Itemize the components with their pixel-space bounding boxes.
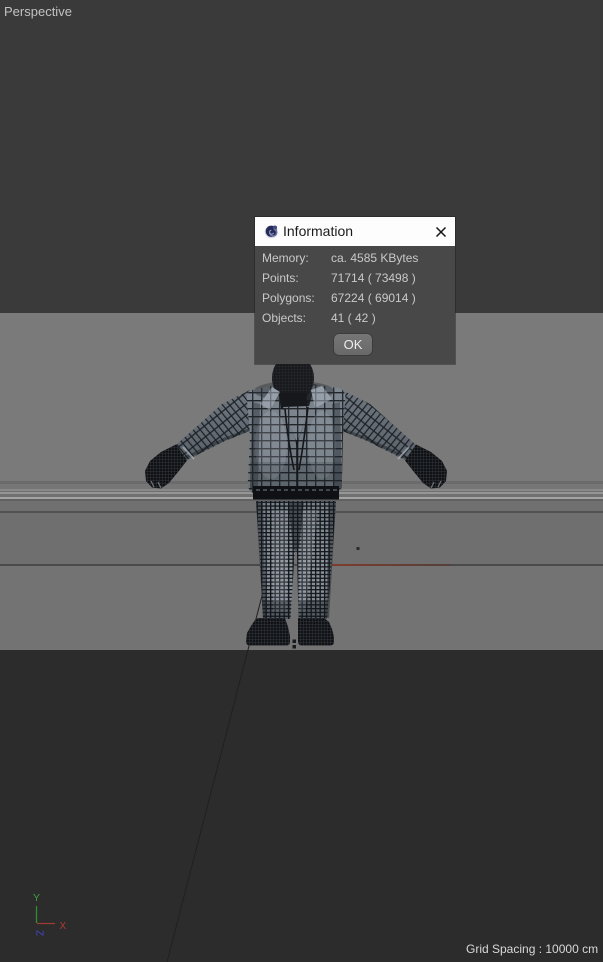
svg-text:X: X <box>60 921 67 932</box>
svg-text:Y: Y <box>33 892 40 904</box>
svg-text:Z: Z <box>34 930 45 936</box>
